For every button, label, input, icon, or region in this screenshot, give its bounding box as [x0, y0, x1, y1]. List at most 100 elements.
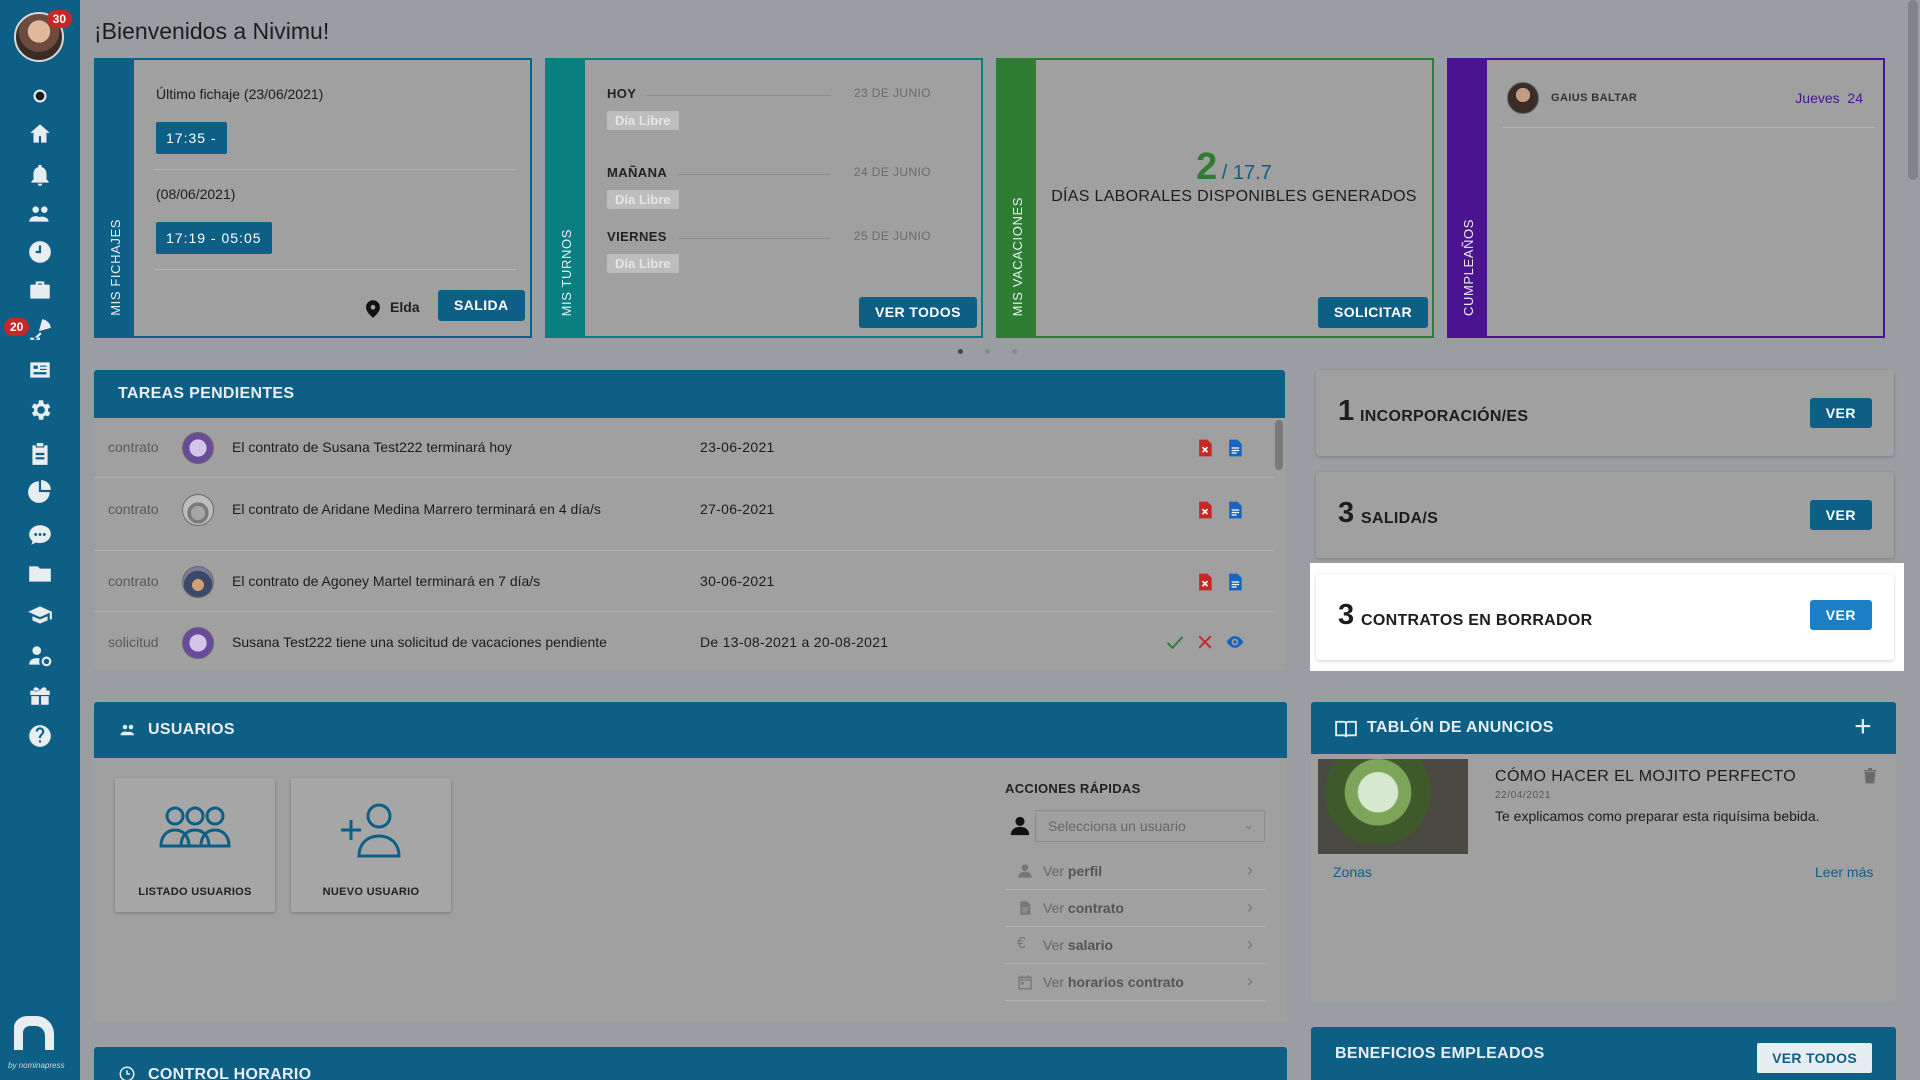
quick-action-label: Ver contrato [1043, 900, 1124, 916]
shift-divider [647, 95, 831, 96]
location-text: Elda [390, 299, 420, 315]
quick-action-ver-perfil[interactable]: Ver perfil › [1005, 853, 1265, 890]
shift-row: HOY 23 DE JUNIO [607, 86, 931, 106]
graduation-cap-icon[interactable] [24, 599, 56, 631]
gear-icon[interactable] [24, 394, 56, 426]
task-avatar [182, 627, 214, 659]
person-icon [1018, 864, 1032, 878]
vacations-badge: 20 [4, 318, 30, 336]
post-title[interactable]: CÓMO HACER EL MOJITO PERFECTO [1495, 768, 1796, 786]
briefcase-icon[interactable] [24, 274, 56, 306]
salida-button[interactable]: SALIDA [438, 290, 525, 321]
shift-day: HOY [607, 86, 637, 101]
vacation-days-counter: 2 / 17.7 [1036, 146, 1432, 189]
carousel-pagination [958, 349, 1017, 354]
last-check-time: 17:35 - [156, 122, 227, 154]
fichajes-strip: MIS FICHAJES [96, 60, 134, 336]
shift-status-badge: Día Libre [607, 254, 679, 273]
powered-by-text: by nominapress [8, 1061, 65, 1070]
ver-salidas-button[interactable]: VER [1809, 500, 1872, 530]
quick-action-label: Ver salario [1043, 937, 1114, 953]
ver-incorporaciones-button[interactable]: VER [1809, 398, 1872, 428]
task-date: De 13-08-2021 a 20-08-2021 [700, 634, 889, 650]
folder-icon[interactable] [24, 558, 56, 590]
shift-date: 24 DE JUNIO [853, 165, 931, 179]
shift-date: 23 DE JUNIO [853, 86, 931, 100]
tareas-title: TAREAS PENDIENTES [118, 385, 295, 402]
table-row: solicitud Susana Test222 tiene una solic… [94, 613, 1273, 673]
nuevo-usuario-tile[interactable]: NUEVO USUARIO [291, 778, 451, 912]
view-document-icon[interactable] [1225, 500, 1245, 520]
delete-document-icon[interactable] [1195, 500, 1215, 520]
pie-chart-icon[interactable] [24, 475, 56, 507]
quick-action-ver-contrato[interactable]: Ver contrato › [1005, 890, 1265, 927]
task-avatar [182, 566, 214, 598]
bell-icon[interactable] [24, 159, 56, 191]
fichajes-label: MIS FICHAJES [107, 219, 123, 316]
tareas-scrollbar[interactable] [1275, 420, 1283, 470]
carousel-dot[interactable] [985, 349, 990, 354]
reject-x-icon[interactable] [1195, 632, 1215, 652]
vacaciones-card: MIS VACACIONES 2 / 17.7 DÍAS LABORALES D… [996, 58, 1434, 338]
listado-usuarios-tile[interactable]: LISTADO USUARIOS [115, 778, 275, 912]
tablon-title: TABLÓN DE ANUNCIOS [1367, 719, 1554, 736]
total-days: / 17.7 [1221, 162, 1272, 184]
delete-document-icon[interactable] [1195, 572, 1215, 592]
person-icon [1010, 816, 1030, 836]
clipboard-icon[interactable] [24, 438, 56, 470]
vacaciones-strip: MIS VACACIONES [998, 60, 1036, 336]
task-description: El contrato de Susana Test222 terminará … [232, 439, 512, 455]
sidebar: 30 20 by nominapress [0, 0, 80, 1080]
post-category-link[interactable]: Zonas [1333, 864, 1372, 880]
task-type: contrato [108, 439, 159, 455]
gift-icon[interactable] [24, 679, 56, 711]
ver-todos-beneficios-button[interactable]: VER TODOS [1757, 1043, 1872, 1073]
document-icon [1020, 901, 1031, 915]
birthday-name: GAIUS BALTAR [1551, 92, 1638, 104]
approve-check-icon[interactable] [1165, 632, 1185, 652]
quick-actions-title: ACCIONES RÁPIDAS [1005, 781, 1141, 796]
beneficios-header: BENEFICIOS EMPLEADOS VER TODOS [1311, 1027, 1896, 1080]
post-image[interactable] [1318, 759, 1468, 854]
location-pin-icon [366, 300, 380, 318]
page-scrollbar[interactable] [1908, 0, 1918, 180]
ver-todos-turnos-button[interactable]: VER TODOS [859, 297, 977, 328]
solicitar-button[interactable]: SOLICITAR [1318, 297, 1429, 328]
post-description: Te explicamos como preparar esta riquísi… [1495, 808, 1820, 824]
user-select[interactable]: Selecciona un usuario ⌄ [1035, 810, 1265, 842]
clock-icon[interactable] [24, 236, 56, 268]
carousel-dot[interactable] [958, 349, 963, 354]
carousel-dot[interactable] [1012, 349, 1017, 354]
task-avatar [182, 432, 214, 464]
tareas-header: TAREAS PENDIENTES [94, 370, 1285, 418]
status-dot-icon[interactable] [24, 80, 56, 112]
view-eye-icon[interactable] [1225, 632, 1245, 652]
id-card-icon[interactable] [24, 354, 56, 386]
add-icon[interactable]: + [1854, 710, 1872, 744]
ver-contratos-borrador-button[interactable]: VER [1809, 600, 1872, 630]
quick-action-ver-horarios[interactable]: Ver horarios contrato › [1005, 964, 1265, 1001]
task-date: 27-06-2021 [700, 501, 775, 517]
task-type: solicitud [108, 634, 159, 650]
users-group-icon [159, 806, 231, 848]
read-more-link[interactable]: Leer más [1815, 864, 1873, 880]
stat-number: 1 [1338, 395, 1355, 427]
users-icon [120, 724, 134, 736]
user-avatar-button[interactable]: 30 [14, 10, 72, 62]
home-icon[interactable] [24, 118, 56, 150]
chat-icon[interactable] [24, 519, 56, 551]
shift-day: VIERNES [607, 229, 667, 244]
view-document-icon[interactable] [1225, 572, 1245, 592]
help-icon[interactable] [24, 720, 56, 752]
divider [154, 169, 516, 170]
users-icon[interactable] [24, 198, 56, 230]
add-user-icon [341, 803, 401, 858]
trash-icon[interactable] [1863, 768, 1877, 784]
view-document-icon[interactable] [1225, 438, 1245, 458]
birthday-date: Jueves 24 [1795, 90, 1863, 106]
delete-document-icon[interactable] [1195, 438, 1215, 458]
quick-action-ver-salario[interactable]: € Ver salario › [1005, 927, 1265, 964]
beach-umbrella-icon[interactable] [24, 313, 56, 345]
last-check-label: Último fichaje (23/06/2021) [156, 86, 324, 102]
user-settings-icon[interactable] [24, 640, 56, 672]
